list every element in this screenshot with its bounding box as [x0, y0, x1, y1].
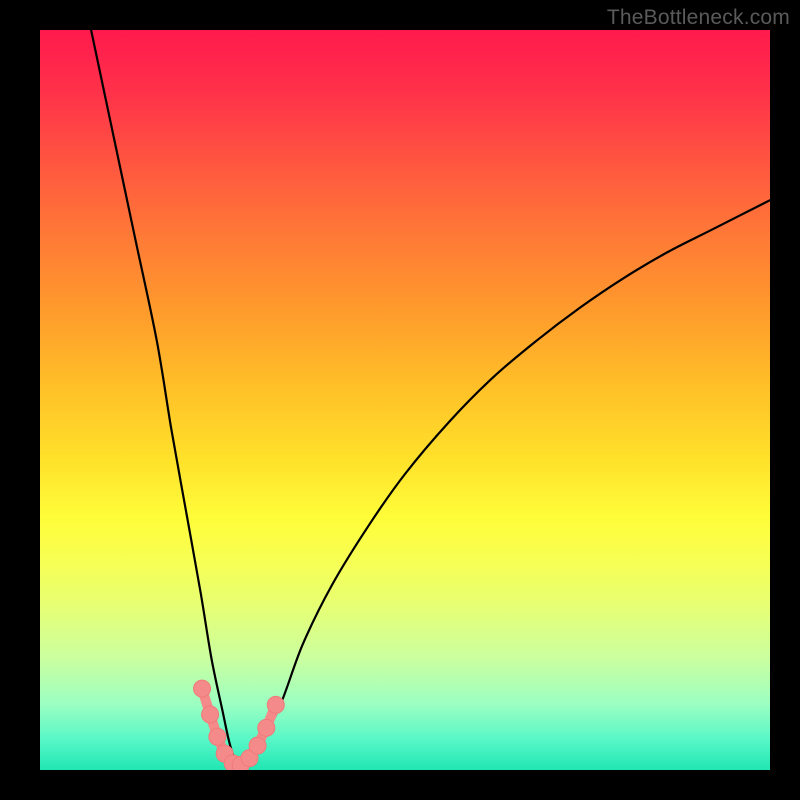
plot-area — [40, 30, 770, 770]
marker-point — [267, 696, 284, 713]
chart-frame: TheBottleneck.com — [0, 0, 800, 800]
marker-point — [202, 706, 219, 723]
marker-point — [249, 737, 266, 754]
marker-point — [258, 719, 275, 736]
marker-point — [209, 728, 226, 745]
marker-point — [194, 680, 211, 697]
minimum-markers — [40, 30, 770, 770]
watermark-text: TheBottleneck.com — [607, 6, 790, 30]
